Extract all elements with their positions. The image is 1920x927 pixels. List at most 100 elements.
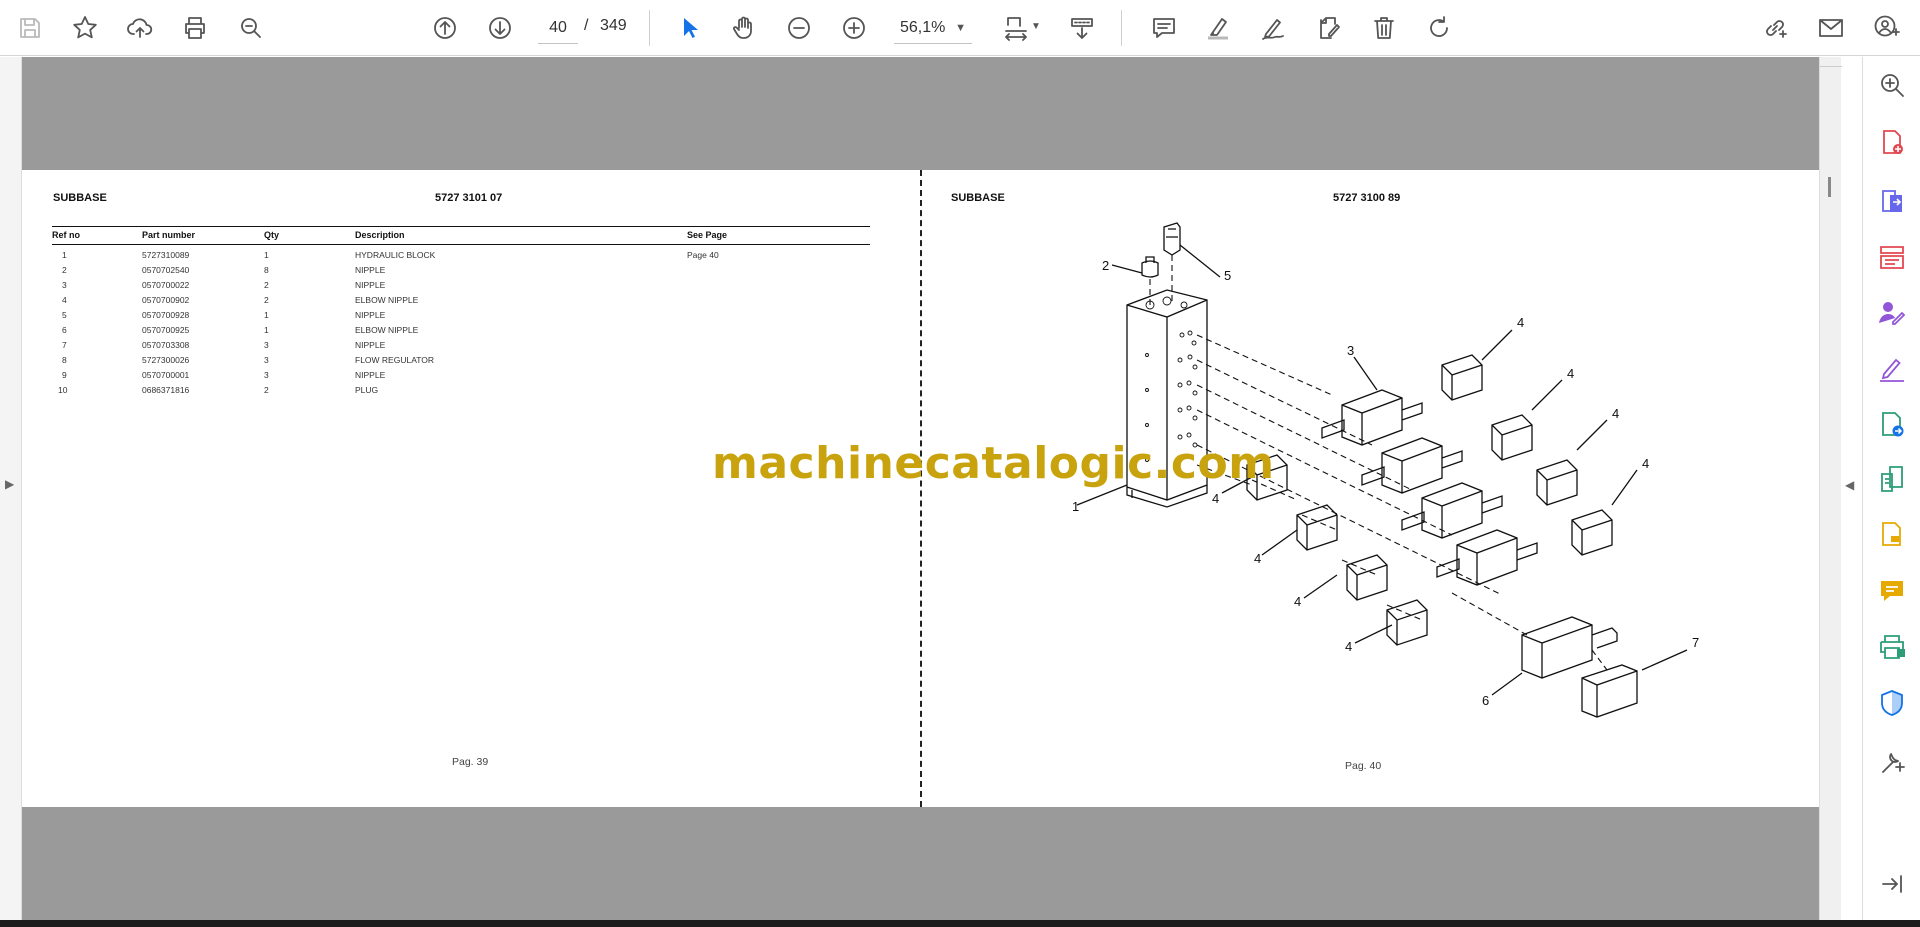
- expand-left-panel-icon[interactable]: ▶: [5, 477, 14, 491]
- protect-icon[interactable]: [1876, 687, 1908, 719]
- column-header-part: Part number: [142, 230, 196, 240]
- row-qty: 3: [264, 370, 269, 380]
- row-part-number: 5727300026: [142, 355, 190, 365]
- watermark: machinecatalogic.com: [712, 438, 1275, 489]
- callout-label: 6: [1482, 693, 1489, 708]
- edit-pdf-icon[interactable]: [1876, 519, 1908, 551]
- row-description: ELBOW NIPPLE: [355, 325, 419, 335]
- row-qty: 1: [264, 250, 269, 260]
- row-part-number: 0686371816: [142, 385, 190, 395]
- top-toolbar: / 349 56,1% ▼ ▼: [0, 0, 1920, 56]
- export-icon[interactable]: [1876, 409, 1908, 441]
- row-ref: 10: [58, 385, 68, 395]
- left-page-title: SUBBASE: [53, 192, 107, 204]
- print-icon[interactable]: [177, 10, 213, 46]
- pdf-viewer-app: / 349 56,1% ▼ ▼: [0, 0, 1920, 920]
- callout-label: 1: [1072, 499, 1079, 514]
- row-qty: 1: [264, 310, 269, 320]
- row-ref: 6: [62, 325, 67, 335]
- right-page-number: Pag. 40: [1345, 760, 1382, 772]
- left-page-code: 5727 3101 07: [435, 192, 503, 204]
- fill-sign-icon[interactable]: [1876, 353, 1908, 385]
- draw-icon[interactable]: [1255, 10, 1291, 46]
- compress-icon[interactable]: [1876, 463, 1908, 495]
- row-description: NIPPLE: [355, 265, 386, 275]
- callout-label: 4: [1517, 315, 1524, 330]
- row-ref: 7: [62, 340, 67, 350]
- left-page-number: Pag. 39: [452, 756, 489, 768]
- document-viewport[interactable]: SUBBASE 5727 3101 07 Ref no Part number …: [22, 57, 1819, 920]
- highlight-icon[interactable]: [1200, 10, 1236, 46]
- page-spread: SUBBASE 5727 3101 07 Ref no Part number …: [22, 170, 1819, 807]
- scrollbar-top-cap: [1820, 57, 1842, 67]
- row-part-number: 0570700022: [142, 280, 190, 290]
- row-ref: 5: [62, 310, 67, 320]
- fit-page-icon[interactable]: [998, 10, 1034, 46]
- callout-label: 4: [1642, 456, 1649, 471]
- upload-icon[interactable]: [122, 10, 158, 46]
- row-part-number: 0570703308: [142, 340, 190, 350]
- email-icon[interactable]: [1813, 10, 1849, 46]
- comment-tool-icon[interactable]: [1876, 575, 1908, 607]
- solenoid-coils: [1246, 354, 1613, 646]
- scroll-mode-icon[interactable]: [1064, 10, 1100, 46]
- search-icon[interactable]: [233, 10, 269, 46]
- delete-icon[interactable]: [1366, 10, 1402, 46]
- organize-pages-icon[interactable]: [1876, 241, 1908, 273]
- row-part-number: 0570700928: [142, 310, 190, 320]
- row-description: ELBOW NIPPLE: [355, 295, 419, 305]
- callout-label: 7: [1692, 635, 1699, 650]
- zoom-level-select[interactable]: 56,1% ▼: [894, 12, 972, 44]
- comment-icon[interactable]: [1146, 10, 1182, 46]
- nipple-5: [1163, 222, 1181, 256]
- callout-label: 4: [1254, 551, 1261, 566]
- share-link-icon[interactable]: [1757, 10, 1793, 46]
- toolbar-divider: [1121, 10, 1122, 46]
- vertical-scrollbar[interactable]: [1819, 57, 1842, 920]
- row-qty: 8: [264, 265, 269, 275]
- row-ref: 3: [62, 280, 67, 290]
- page-up-icon[interactable]: [427, 10, 463, 46]
- row-ref: 4: [62, 295, 67, 305]
- row-qty: 3: [264, 355, 269, 365]
- page-number-input[interactable]: [538, 12, 578, 44]
- row-ref: 8: [62, 355, 67, 365]
- save-icon[interactable]: [12, 10, 48, 46]
- edit-text-icon[interactable]: [1310, 10, 1346, 46]
- zoom-in-icon[interactable]: [836, 10, 872, 46]
- row-part-number: 0570700925: [142, 325, 190, 335]
- expand-panel-icon[interactable]: [1876, 868, 1908, 900]
- rotate-icon[interactable]: [1421, 10, 1457, 46]
- zoom-out-icon[interactable]: [781, 10, 817, 46]
- more-tools-icon[interactable]: [1876, 747, 1908, 779]
- row-part-number: 0570700001: [142, 370, 190, 380]
- select-cursor-icon[interactable]: [671, 10, 707, 46]
- row-ref: 2: [62, 265, 67, 275]
- row-description: NIPPLE: [355, 370, 386, 380]
- zoom-search-icon[interactable]: [1876, 69, 1908, 101]
- collapse-right-panel-icon[interactable]: ◀: [1845, 478, 1854, 492]
- create-pdf-icon[interactable]: [1876, 127, 1908, 159]
- request-signature-icon[interactable]: [1876, 297, 1908, 329]
- callout-label: 4: [1567, 366, 1574, 381]
- star-icon[interactable]: [67, 10, 103, 46]
- chevron-down-icon[interactable]: ▼: [1031, 21, 1041, 32]
- row-qty: 2: [264, 295, 269, 305]
- column-header-ref: Ref no: [52, 230, 80, 240]
- print-production-icon[interactable]: [1876, 631, 1908, 663]
- page-down-icon[interactable]: [482, 10, 518, 46]
- toolbar-divider: [649, 10, 650, 46]
- row-qty: 2: [264, 385, 269, 395]
- row-ref: 1: [62, 250, 67, 260]
- column-header-qty: Qty: [264, 230, 280, 240]
- row-part-number: 5727310089: [142, 250, 190, 260]
- right-page-code: 5727 3100 89: [1333, 192, 1401, 204]
- scrollbar-thumb[interactable]: [1828, 177, 1831, 197]
- row-description: NIPPLE: [355, 280, 386, 290]
- export-pdf-icon[interactable]: [1876, 185, 1908, 217]
- row-part-number: 0570702540: [142, 265, 190, 275]
- row-part-number: 0570700902: [142, 295, 190, 305]
- hand-icon[interactable]: [726, 10, 762, 46]
- user-icon[interactable]: [1869, 10, 1905, 46]
- column-header-see-page: See Page: [687, 230, 728, 240]
